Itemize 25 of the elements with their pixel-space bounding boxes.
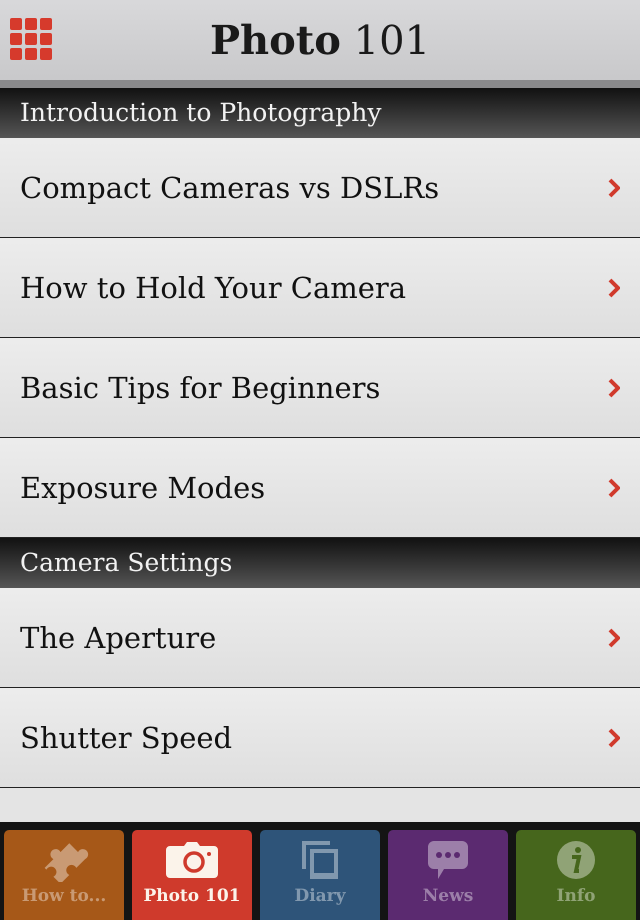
list-row[interactable]: Basic Tips for Beginners	[0, 338, 640, 438]
list-row[interactable]: Exposure Modes	[0, 438, 640, 538]
chevron-icon	[608, 628, 620, 648]
list-row[interactable]: Compact Cameras vs DSLRs	[0, 138, 640, 238]
tab[interactable]: Photo 101	[132, 830, 252, 920]
photos-icon	[300, 838, 340, 882]
app-title: Photo 101	[210, 16, 430, 64]
section-header: Introduction to Photography	[0, 88, 640, 138]
chevron-icon	[608, 278, 620, 298]
chevron-icon	[608, 178, 620, 198]
info-icon	[556, 838, 596, 882]
chevron-icon	[608, 478, 620, 498]
row-title: Shutter Speed	[20, 720, 232, 754]
list-row[interactable]: The Aperture	[0, 588, 640, 688]
row-title: How to Hold Your Camera	[20, 270, 406, 304]
row-title: The Aperture	[20, 620, 216, 654]
row-title: Exposure Modes	[20, 470, 266, 504]
row-title: Basic Tips for Beginners	[20, 370, 380, 404]
list-row[interactable]: Shutter Speed	[0, 688, 640, 788]
section-header: Camera Settings	[0, 538, 640, 588]
chevron-icon	[608, 728, 620, 748]
row-title: Compact Cameras vs DSLRs	[20, 170, 440, 204]
chevron-icon	[608, 378, 620, 398]
list-row[interactable]: How to Hold Your Camera	[0, 238, 640, 338]
grid-menu-icon[interactable]	[10, 18, 52, 60]
